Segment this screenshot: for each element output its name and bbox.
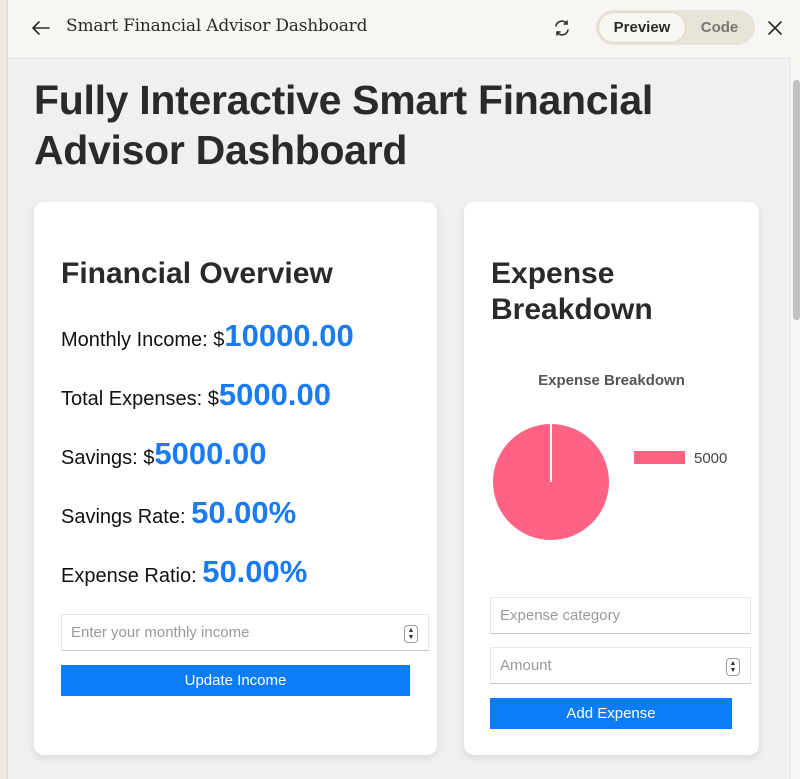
category-placeholder: Expense category bbox=[500, 607, 621, 624]
chevron-down-icon: ▼ bbox=[407, 634, 415, 641]
stat-value: 5000.00 bbox=[218, 377, 331, 412]
savings-stat: Savings: $5000.00 bbox=[61, 436, 266, 472]
preview-viewport: Fully Interactive Smart Financial Adviso… bbox=[8, 58, 790, 779]
refresh-icon bbox=[555, 20, 569, 36]
app-title: Smart Financial Advisor Dashboard bbox=[66, 16, 368, 36]
number-stepper[interactable]: ▲ ▼ bbox=[726, 658, 740, 676]
stat-value: 10000.00 bbox=[224, 318, 354, 353]
view-toggle: Preview Code bbox=[596, 10, 755, 45]
chevron-up-icon: ▲ bbox=[729, 660, 737, 667]
back-button[interactable] bbox=[30, 16, 52, 40]
stat-label: Total Expenses: $ bbox=[61, 388, 219, 410]
total-expenses-stat: Total Expenses: $5000.00 bbox=[61, 377, 331, 413]
chevron-down-icon: ▼ bbox=[729, 667, 737, 674]
window-edge bbox=[0, 0, 8, 779]
stat-label: Monthly Income: $ bbox=[61, 329, 225, 351]
stat-value: 50.00% bbox=[191, 495, 297, 530]
chevron-up-icon: ▲ bbox=[407, 627, 415, 634]
expense-category-input[interactable]: Expense category bbox=[490, 597, 751, 634]
stat-value: 5000.00 bbox=[154, 436, 267, 471]
tab-code[interactable]: Code bbox=[686, 12, 753, 43]
stat-label: Savings: $ bbox=[61, 447, 155, 469]
add-expense-button[interactable]: Add Expense bbox=[490, 698, 732, 729]
page-title: Fully Interactive Smart Financial Adviso… bbox=[34, 77, 653, 173]
stat-label: Expense Ratio: bbox=[61, 565, 203, 587]
close-icon bbox=[768, 21, 782, 35]
title-bar: Smart Financial Advisor Dashboard Previe… bbox=[8, 0, 800, 58]
scrollbar-thumb[interactable] bbox=[793, 80, 800, 320]
legend-label[interactable]: 5000 bbox=[694, 450, 727, 467]
financial-overview-card: Financial Overview Monthly Income: $1000… bbox=[34, 202, 437, 755]
stat-label: Savings Rate: bbox=[61, 506, 192, 528]
tab-preview[interactable]: Preview bbox=[598, 12, 686, 43]
amount-placeholder: Amount bbox=[500, 657, 552, 674]
chart-title: Expense Breakdown bbox=[538, 372, 685, 389]
expense-ratio-stat: Expense Ratio: 50.00% bbox=[61, 554, 307, 590]
update-income-button[interactable]: Update Income bbox=[61, 665, 410, 696]
arrow-left-icon bbox=[32, 21, 50, 35]
overview-heading: Financial Overview bbox=[61, 257, 333, 290]
stat-value: 50.00% bbox=[202, 554, 308, 589]
expense-breakdown-card: Expense Breakdown Expense Breakdown 5000… bbox=[464, 202, 759, 755]
number-stepper[interactable]: ▲ ▼ bbox=[404, 625, 418, 643]
legend-swatch[interactable] bbox=[634, 451, 685, 464]
scrollbar[interactable] bbox=[790, 58, 800, 779]
monthly-income-input[interactable]: Enter your monthly income ▲ ▼ bbox=[61, 614, 429, 651]
refresh-button[interactable] bbox=[551, 16, 573, 40]
close-button[interactable] bbox=[764, 16, 786, 40]
savings-rate-stat: Savings Rate: 50.00% bbox=[61, 495, 296, 531]
expense-amount-input[interactable]: Amount ▲ ▼ bbox=[490, 647, 751, 684]
monthly-income-stat: Monthly Income: $10000.00 bbox=[61, 318, 354, 354]
expense-heading: Expense Breakdown bbox=[491, 257, 653, 326]
expense-pie-chart: 5000 bbox=[493, 424, 727, 540]
income-placeholder: Enter your monthly income bbox=[71, 624, 250, 641]
